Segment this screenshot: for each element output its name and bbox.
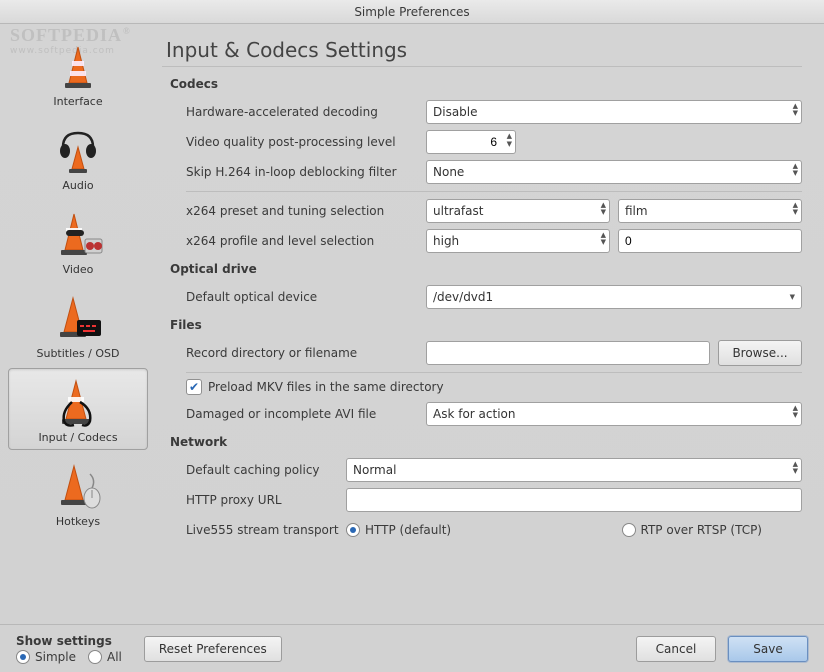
sidebar-item-label: Interface	[53, 95, 102, 108]
section-optical: Optical drive	[170, 262, 802, 276]
spinner-arrows-icon: ▲▼	[793, 202, 798, 216]
spinner-arrows-icon: ▲▼	[601, 232, 606, 246]
window-title: Simple Preferences	[0, 0, 824, 24]
sidebar-item-label: Input / Codecs	[38, 431, 117, 444]
spinner-arrows-icon: ▲▼	[793, 461, 798, 475]
preload-mkv-label: Preload MKV files in the same directory	[208, 380, 444, 394]
preload-mkv-checkbox[interactable]	[186, 379, 202, 395]
spinner-arrows-icon: ▲▼	[601, 202, 606, 216]
sidebar-item-label: Video	[63, 263, 94, 276]
proxy-label: HTTP proxy URL	[186, 493, 346, 507]
divider	[186, 191, 802, 192]
x264-preset-select[interactable]: ultrafast ▲▼	[426, 199, 610, 223]
transport-rtp-radio[interactable]: RTP over RTSP (TCP)	[622, 523, 763, 537]
section-codecs: Codecs	[170, 77, 802, 91]
spinner-arrows-icon: ▲▼	[793, 405, 798, 419]
page-title: Input & Codecs Settings	[166, 38, 802, 62]
cancel-button[interactable]: Cancel	[636, 636, 716, 662]
sidebar-item-video[interactable]: Video	[8, 200, 148, 282]
footer: Show settings Simple All Reset Preferenc…	[0, 624, 824, 672]
x264-profile-label: x264 profile and level selection	[186, 234, 426, 248]
deblock-label: Skip H.264 in-loop deblocking filter	[186, 165, 426, 179]
x264-preset-label: x264 preset and tuning selection	[186, 204, 426, 218]
spinner-arrows-icon: ▲▼	[793, 103, 798, 117]
show-settings-all-radio[interactable]: All	[88, 650, 122, 664]
cone-icon	[46, 39, 110, 95]
cone-cable-icon	[46, 375, 110, 431]
spinner-arrows-icon: ▲▼	[507, 133, 512, 148]
radio-icon	[16, 650, 30, 664]
show-settings-label: Show settings	[16, 634, 122, 648]
sidebar-item-audio[interactable]: Audio	[8, 116, 148, 198]
sidebar-item-label: Audio	[62, 179, 93, 192]
transport-label: Live555 stream transport	[186, 523, 346, 537]
sidebar-item-label: Subtitles / OSD	[37, 347, 120, 360]
sidebar-item-subtitles[interactable]: Subtitles / OSD	[8, 284, 148, 366]
avi-label: Damaged or incomplete AVI file	[186, 407, 426, 421]
browse-button[interactable]: Browse...	[718, 340, 802, 366]
sidebar-item-interface[interactable]: Interface	[8, 32, 148, 114]
record-dir-input[interactable]	[426, 341, 710, 365]
save-button[interactable]: Save	[728, 636, 808, 662]
sidebar-item-hotkeys[interactable]: Hotkeys	[8, 452, 148, 534]
chevron-down-icon: ▼	[790, 294, 795, 301]
postproc-spin[interactable]: ▲▼	[426, 130, 516, 154]
record-dir-label: Record directory or filename	[186, 346, 426, 360]
proxy-input[interactable]	[346, 488, 802, 512]
section-network: Network	[170, 435, 802, 449]
reset-preferences-button[interactable]: Reset Preferences	[144, 636, 282, 662]
caching-label: Default caching policy	[186, 463, 346, 477]
caching-select[interactable]: Normal ▲▼	[346, 458, 802, 482]
cone-subtitle-icon	[46, 291, 110, 347]
x264-tune-select[interactable]: film ▲▼	[618, 199, 802, 223]
cone-glasses-icon	[46, 207, 110, 263]
divider	[186, 372, 802, 373]
optical-device-label: Default optical device	[186, 290, 426, 304]
postproc-label: Video quality post-processing level	[186, 135, 426, 149]
section-files: Files	[170, 318, 802, 332]
deblock-select[interactable]: None ▲▼	[426, 160, 802, 184]
x264-level-input[interactable]	[618, 229, 802, 253]
show-settings-simple-radio[interactable]: Simple	[16, 650, 76, 664]
hw-decode-select[interactable]: Disable ▲▼	[426, 100, 802, 124]
divider	[162, 66, 802, 67]
headphones-cone-icon	[46, 123, 110, 179]
content-panel: Input & Codecs Settings Codecs Hardware-…	[156, 24, 824, 624]
radio-icon	[88, 650, 102, 664]
hw-decode-label: Hardware-accelerated decoding	[186, 105, 426, 119]
x264-profile-select[interactable]: high ▲▼	[426, 229, 610, 253]
sidebar: Interface Audio Video Subtitles / OSD In…	[0, 24, 156, 624]
optical-device-select[interactable]: /dev/dvd1 ▼	[426, 285, 802, 309]
sidebar-item-label: Hotkeys	[56, 515, 100, 528]
radio-icon	[346, 523, 360, 537]
cone-mouse-icon	[46, 459, 110, 515]
radio-icon	[622, 523, 636, 537]
transport-http-radio[interactable]: HTTP (default)	[346, 523, 451, 537]
sidebar-item-input-codecs[interactable]: Input / Codecs	[8, 368, 148, 450]
avi-select[interactable]: Ask for action ▲▼	[426, 402, 802, 426]
spinner-arrows-icon: ▲▼	[793, 163, 798, 177]
